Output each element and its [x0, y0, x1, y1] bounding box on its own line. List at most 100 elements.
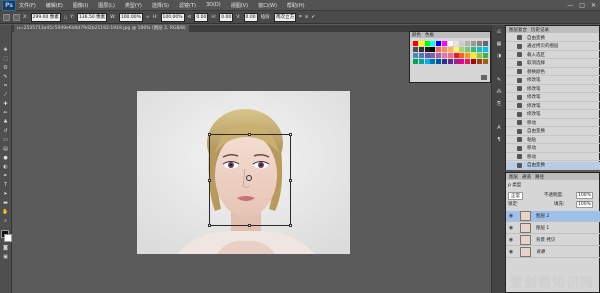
link-icon[interactable]: ∞	[146, 15, 150, 20]
character-panel-icon[interactable]: A	[495, 125, 503, 132]
history-state-row[interactable]: 修改笔	[506, 102, 600, 110]
color-swatch[interactable]	[442, 53, 447, 58]
color-swatch[interactable]	[453, 47, 459, 52]
clone-source-icon[interactable]: ⎘	[495, 101, 503, 108]
maximize-button[interactable]: □	[579, 2, 585, 9]
history-state-row[interactable]: 移动	[506, 153, 600, 161]
adjustments-panel-icon[interactable]: ◑	[495, 53, 503, 60]
transform-handle-bottom-left[interactable]	[208, 224, 211, 227]
color-swatch[interactable]	[476, 41, 482, 46]
document-tab[interactable]: u=2535713a45c5949e6d4d79d2b21192:1919.jp…	[14, 25, 189, 32]
h-skew-field[interactable]: 0.00	[219, 12, 234, 22]
background-color-swatch[interactable]	[4, 234, 12, 242]
color-swatch[interactable]	[442, 47, 447, 52]
color-swatch[interactable]	[471, 41, 476, 46]
color-swatch[interactable]	[430, 41, 436, 46]
history-brush-tool-icon[interactable]: ↺	[2, 128, 9, 134]
layer-kind-filter[interactable]: ρ 类型	[508, 182, 521, 188]
color-swatch[interactable]	[413, 53, 418, 58]
commit-transform-icon[interactable]: ✔	[311, 15, 315, 20]
color-swatch[interactable]	[476, 47, 482, 52]
color-swatch[interactable]	[459, 47, 465, 52]
menu-help[interactable]: 帮助(H)	[287, 2, 305, 9]
pen-tool-icon[interactable]: ✒	[2, 173, 9, 179]
menu-3d[interactable]: 3D(D)	[206, 2, 221, 8]
eye-icon[interactable]: ◉	[508, 225, 514, 231]
clone-stamp-tool-icon[interactable]: ♣	[2, 119, 9, 125]
color-swatch[interactable]	[482, 41, 488, 46]
color-swatch[interactable]	[453, 59, 459, 64]
history-state-row[interactable]: 修改笔	[506, 94, 600, 102]
color-swatch[interactable]	[459, 41, 465, 46]
color-swatch[interactable]	[465, 59, 471, 64]
crop-tool-icon[interactable]: ⌗	[2, 83, 9, 89]
color-swatch[interactable]	[482, 53, 488, 58]
close-button[interactable]: ✕	[591, 2, 596, 9]
color-swatch[interactable]	[430, 47, 436, 52]
v-skew-field[interactable]: 0.00	[243, 12, 258, 22]
shape-tool-icon[interactable]: ▬	[2, 200, 9, 206]
color-swatch[interactable]	[424, 47, 430, 52]
color-swatch[interactable]	[465, 41, 471, 46]
marquee-tool-icon[interactable]: ⬚	[2, 56, 9, 62]
y-field[interactable]: 136.50 像素	[76, 12, 108, 22]
brush-panel-icon[interactable]: ✎	[495, 77, 503, 84]
menu-window[interactable]: 窗口(W)	[258, 2, 277, 9]
type-tool-icon[interactable]: T	[2, 182, 9, 188]
color-swatch[interactable]	[418, 47, 424, 52]
history-state-row[interactable]: 自由变换	[506, 161, 600, 170]
color-swatch[interactable]	[447, 41, 453, 46]
color-swatch[interactable]	[465, 47, 471, 52]
lasso-tool-icon[interactable]: ʘ	[2, 65, 9, 71]
paragraph-panel-icon[interactable]: ¶	[495, 137, 503, 144]
color-swatch[interactable]	[465, 53, 471, 58]
healing-brush-tool-icon[interactable]: ✚	[2, 101, 9, 107]
x-field[interactable]: 299.00 像素	[30, 12, 61, 22]
color-swatch[interactable]	[430, 53, 436, 58]
layer-row[interactable]: ◉ 图层 1	[506, 223, 600, 234]
history-state-row[interactable]: 自由变换	[506, 128, 600, 136]
color-swatch[interactable]	[459, 53, 465, 58]
interpolation-select[interactable]: 两次立方	[274, 12, 297, 22]
transform-reference-point[interactable]	[246, 175, 252, 181]
tab-layers[interactable]: 图层	[509, 174, 518, 180]
menu-type[interactable]: 类型(Y)	[125, 2, 142, 9]
color-swatch[interactable]	[413, 47, 418, 52]
tab-paths[interactable]: 路径	[535, 174, 544, 180]
color-swatch[interactable]	[471, 59, 476, 64]
move-tool-icon[interactable]: ✥	[2, 47, 9, 53]
eye-icon[interactable]: ◉	[508, 237, 514, 243]
history-state-row[interactable]: 替换颜色	[506, 68, 600, 76]
color-swatch[interactable]	[442, 59, 447, 64]
color-swatch[interactable]	[447, 53, 453, 58]
color-swatch[interactable]	[413, 41, 418, 46]
blend-mode-select[interactable]: 正常	[508, 192, 523, 200]
menu-view[interactable]: 视图(V)	[231, 2, 248, 9]
history-state-row[interactable]: 移动	[506, 145, 600, 153]
path-select-tool-icon[interactable]: ➤	[2, 191, 9, 197]
angle-field[interactable]: 0.00	[194, 12, 209, 22]
transform-handle-right[interactable]	[289, 179, 292, 182]
height-field[interactable]: 100.00%	[160, 12, 185, 22]
transform-handle-bottom[interactable]	[248, 224, 251, 227]
zoom-tool-icon[interactable]: ⌕	[2, 218, 9, 224]
color-swatch[interactable]	[430, 59, 436, 64]
color-swatch[interactable]	[471, 53, 476, 58]
dodge-tool-icon[interactable]: ◐	[2, 164, 9, 170]
color-swatch[interactable]	[418, 41, 424, 46]
opacity-field[interactable]: 100%	[576, 192, 593, 199]
history-state-row[interactable]: 取消选择	[506, 60, 600, 68]
color-swatch[interactable]	[482, 47, 488, 52]
menu-layer[interactable]: 图层(L)	[98, 2, 115, 9]
history-state-row[interactable]: 移动	[506, 119, 600, 127]
color-swatch[interactable]	[436, 59, 442, 64]
color-swatch[interactable]	[442, 41, 447, 46]
layer-name[interactable]: 背景	[536, 249, 545, 255]
screen-mode-icon[interactable]: ▣	[2, 254, 9, 260]
blur-tool-icon[interactable]: ●	[2, 155, 9, 161]
color-swatch[interactable]	[418, 59, 424, 64]
new-swatch-icon[interactable]	[481, 75, 487, 80]
menu-edit[interactable]: 编辑(E)	[46, 2, 63, 9]
color-swatch[interactable]	[453, 41, 459, 46]
color-swatch[interactable]	[476, 59, 482, 64]
